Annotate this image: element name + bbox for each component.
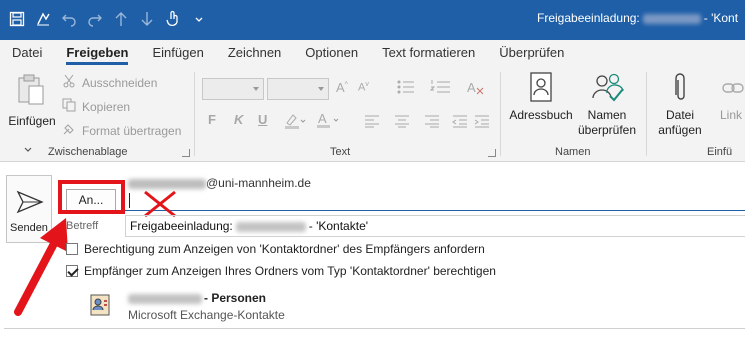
addressbook-label: Adressbuch xyxy=(509,108,573,122)
underline-icon[interactable]: U xyxy=(258,112,267,127)
addressbook-button[interactable]: Adressbuch xyxy=(508,72,573,132)
subject-prefix: Freigabeeinladung: xyxy=(130,219,233,233)
attach-file-label: Datei anfügen xyxy=(658,108,702,137)
align-center-icon[interactable] xyxy=(394,114,410,131)
undo-icon[interactable] xyxy=(60,9,78,29)
bold-icon[interactable]: F xyxy=(208,112,216,127)
window-title: Freigabeeinladung: - 'Kont xyxy=(537,11,738,25)
clear-format-icon[interactable]: A xyxy=(466,78,486,99)
tab-ueberpruefen[interactable]: Überprüfen xyxy=(487,40,576,66)
ribbon-separator xyxy=(194,72,195,156)
quick-access-toolbar xyxy=(8,9,208,29)
tab-zeichnen[interactable]: Zeichnen xyxy=(216,40,293,66)
redacted-name xyxy=(235,221,306,232)
shrink-font-icon[interactable]: Av xyxy=(358,81,369,94)
indent-increase-icon[interactable] xyxy=(474,114,490,131)
text-group-label: Text xyxy=(330,146,351,158)
title-bar: Freigabeeinladung: - 'Kont xyxy=(0,0,745,40)
touch-mode-icon[interactable] xyxy=(164,9,182,29)
copy-label: Kopieren xyxy=(82,99,131,114)
from-address: @uni-mannheim.de xyxy=(128,176,311,190)
shared-folder-suffix: - Personen xyxy=(204,291,267,305)
names-group-label: Namen xyxy=(555,146,591,158)
bullets-icon[interactable] xyxy=(396,78,416,99)
ribbon-separator xyxy=(500,72,501,156)
redacted-name xyxy=(128,293,202,304)
arrow-up-icon[interactable] xyxy=(112,9,130,29)
request-permission-checkbox[interactable] xyxy=(66,243,78,255)
clipboard-group-label: Zwischenablage xyxy=(48,146,128,158)
paste-dropdown-icon[interactable] xyxy=(24,142,32,156)
grant-permission-label: Empfänger zum Anzeigen Ihres Ordners vom… xyxy=(84,264,496,278)
highlight-icon[interactable] xyxy=(284,112,308,133)
shared-folder-type: Microsoft Exchange-Kontakte xyxy=(128,308,285,322)
request-permission-label: Berechtigung zum Anzeigen von 'Kontaktor… xyxy=(84,242,485,256)
copy-icon xyxy=(62,98,76,115)
align-right-icon[interactable] xyxy=(424,114,440,131)
align-left-icon[interactable] xyxy=(364,114,380,131)
link-button[interactable]: Link xyxy=(720,72,745,142)
tab-optionen[interactable]: Optionen xyxy=(293,40,370,66)
tab-datei[interactable]: Datei xyxy=(0,40,54,66)
svg-text:A: A xyxy=(467,80,476,95)
addressbook-icon xyxy=(530,72,552,105)
link-icon xyxy=(722,80,745,99)
indent-decrease-icon[interactable] xyxy=(452,114,468,131)
check-names-icon xyxy=(592,72,626,105)
format-painter-button[interactable]: Format übertragen xyxy=(62,122,181,139)
request-permission-row[interactable]: Berechtigung zum Anzeigen von 'Kontaktor… xyxy=(66,242,485,256)
customize-toolbar-icon[interactable] xyxy=(190,9,208,29)
svg-text:A: A xyxy=(318,111,327,126)
to-field[interactable] xyxy=(125,190,745,211)
check-names-label: Namen überprüfen xyxy=(577,108,637,137)
font-size-dropdown[interactable] xyxy=(267,78,329,100)
italic-icon[interactable]: K xyxy=(234,112,243,127)
message-body[interactable] xyxy=(4,328,745,348)
attach-file-button[interactable]: Datei anfügen xyxy=(652,72,708,142)
font-name-dropdown[interactable] xyxy=(202,78,264,100)
ribbon-separator xyxy=(646,72,647,156)
paste-label: Einfügen xyxy=(8,114,56,128)
from-domain: @uni-mannheim.de xyxy=(206,176,311,190)
arrow-down-icon[interactable] xyxy=(138,9,156,29)
window-title-suffix: - 'Kont xyxy=(703,11,739,25)
link-label: Link xyxy=(720,108,743,122)
subject-field[interactable]: Freigabeeinladung: - 'Kontakte' xyxy=(125,215,745,237)
format-painter-icon xyxy=(62,122,76,139)
font-color-icon[interactable]: A xyxy=(316,110,342,133)
ribbon: Einfügen Ausschneiden Kopieren Format üb… xyxy=(0,66,745,162)
redacted-name xyxy=(642,13,701,24)
grant-permission-row[interactable]: Empfänger zum Anzeigen Ihres Ordners vom… xyxy=(66,264,496,278)
paste-icon xyxy=(17,74,45,109)
tab-freigeben[interactable]: Freigeben xyxy=(54,40,140,66)
paperclip-icon xyxy=(674,72,688,107)
clipboard-launcher-icon[interactable] xyxy=(182,149,190,157)
subject-suffix: - 'Kontakte' xyxy=(308,219,369,233)
tab-einfuegen[interactable]: Einfügen xyxy=(140,40,215,66)
scissors-icon xyxy=(62,74,76,91)
window-title-prefix: Freigabeeinladung: xyxy=(537,11,640,25)
cut-label: Ausschneiden xyxy=(82,75,158,90)
save-icon[interactable] xyxy=(8,9,26,29)
signature-icon[interactable] xyxy=(34,9,52,29)
grant-permission-checkbox[interactable] xyxy=(66,265,78,277)
tab-text-formatieren[interactable]: Text formatieren xyxy=(370,40,487,66)
redacted-sender xyxy=(128,178,206,189)
insert-group-label: Einfü xyxy=(707,146,733,158)
redo-icon[interactable] xyxy=(86,9,104,29)
shared-folder-name: - Personen xyxy=(128,291,266,305)
copy-button[interactable]: Kopieren xyxy=(62,98,130,115)
contacts-folder-icon xyxy=(88,293,112,320)
ribbon-tabs: Datei Freigeben Einfügen Zeichnen Option… xyxy=(0,40,745,66)
text-caret xyxy=(129,193,130,208)
paste-button[interactable]: Einfügen xyxy=(6,72,56,134)
check-names-button[interactable]: Namen überprüfen xyxy=(574,72,640,142)
format-painter-label: Format übertragen xyxy=(82,123,182,138)
cut-button[interactable]: Ausschneiden xyxy=(62,74,157,91)
numbering-icon[interactable] xyxy=(429,78,452,99)
text-launcher-icon[interactable] xyxy=(488,149,496,157)
grow-font-icon[interactable]: A^ xyxy=(336,80,348,95)
